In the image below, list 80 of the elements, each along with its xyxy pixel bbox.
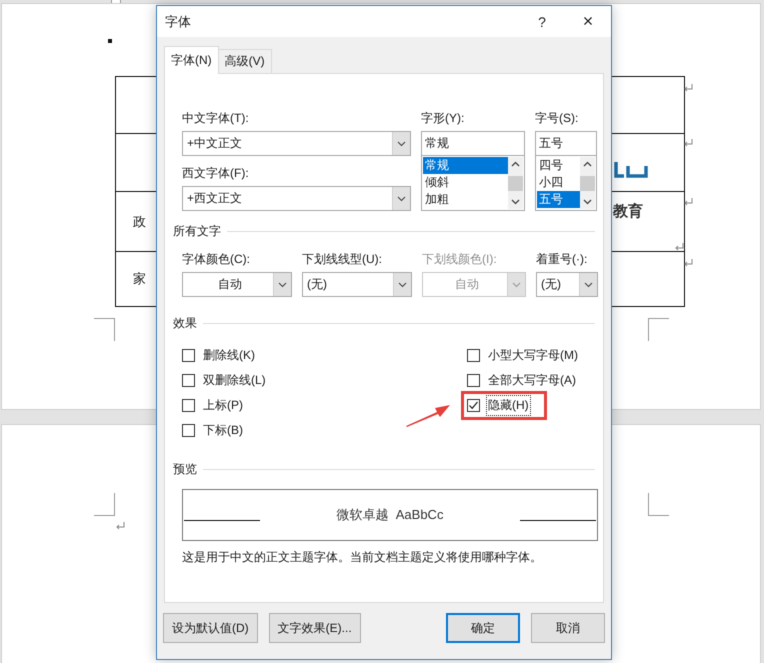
checkbox-label[interactable]: 双删除线(L) <box>201 370 268 391</box>
crop-mark <box>648 493 669 516</box>
checkbox-label[interactable]: 小型大写字母(M) <box>486 345 580 366</box>
chevron-icon <box>397 140 406 146</box>
font-combo-box[interactable]: +中文正文 <box>182 131 411 156</box>
field-label: 下划线颜色(I): <box>422 252 498 266</box>
chevron-icon <box>584 282 593 288</box>
checkbox[interactable] <box>182 424 195 437</box>
dialog-button[interactable]: 设为默认值(D) <box>163 613 258 643</box>
list-item[interactable]: 小四 <box>537 174 580 191</box>
input-field[interactable]: 五号 <box>535 131 597 156</box>
list-box[interactable]: 四号 小四 五号 <box>535 156 597 211</box>
font-combo-box[interactable]: +西文正文 <box>182 186 411 211</box>
field-label: 着重号(·): <box>536 252 588 266</box>
dialog-button[interactable]: 文字效果(E)... <box>268 613 361 643</box>
scrollbar[interactable] <box>508 157 523 209</box>
chevron-icon <box>398 282 407 288</box>
section-title: 所有文字 <box>173 223 221 240</box>
section-title: 效果 <box>173 315 197 332</box>
return-mark-icon <box>116 522 125 530</box>
dropdown[interactable]: (无) <box>536 272 598 297</box>
scroll-down-icon <box>511 199 520 205</box>
help-button[interactable]: ? <box>519 6 565 37</box>
return-mark-icon <box>684 84 693 92</box>
scroll-up-icon <box>583 161 592 167</box>
chevron-icon <box>278 282 287 288</box>
close-button[interactable]: × <box>565 6 611 37</box>
dropdown[interactable]: 自动 <box>182 272 292 297</box>
logo-mark-icon <box>614 162 648 180</box>
input-field[interactable]: 常规 <box>421 131 525 156</box>
checkbox[interactable] <box>467 374 480 387</box>
crop-mark <box>94 318 115 341</box>
scroll-down-icon <box>583 199 592 205</box>
annotation-arrow <box>405 402 451 428</box>
list-item[interactable]: 四号 <box>537 157 580 174</box>
description-text: 这是用于中文的正文主题字体。当前文档主题定义将使用哪种字体。 <box>182 549 543 566</box>
checkbox[interactable] <box>467 349 480 362</box>
crop-mark <box>94 493 115 516</box>
chevron-icon <box>397 196 406 202</box>
return-mark-icon <box>684 259 693 267</box>
window-title: 字体 <box>165 12 192 30</box>
dialog-button[interactable]: 确定 <box>446 613 520 643</box>
chevron-icon <box>512 282 521 288</box>
field-label: 字形(Y): <box>421 111 466 125</box>
dropdown[interactable]: (无) <box>302 272 412 297</box>
tab[interactable]: 字体(N) <box>164 46 219 74</box>
table-cell-text: 家 <box>133 270 146 288</box>
list-item[interactable]: 加粗 <box>423 191 508 208</box>
list-item[interactable]: 倾斜 <box>423 174 508 191</box>
return-mark-icon <box>684 139 693 147</box>
field-label: 下划线线型(U): <box>302 252 383 266</box>
tab[interactable]: 高级(V) <box>218 49 272 73</box>
checkbox-label[interactable]: 下标(B) <box>201 420 245 441</box>
dialog-button[interactable]: 取消 <box>531 613 605 643</box>
list-box[interactable]: 常规 倾斜 加粗 <box>421 156 525 211</box>
return-mark-icon <box>675 243 684 251</box>
checkbox[interactable] <box>182 374 195 387</box>
checkbox-label[interactable]: 上标(P) <box>201 395 245 416</box>
checkbox-label[interactable]: 删除线(K) <box>201 345 257 366</box>
scrollbar[interactable] <box>580 157 595 209</box>
crop-mark <box>648 318 669 341</box>
checkbox[interactable] <box>182 349 195 362</box>
table-cell-text: 政 <box>133 212 146 230</box>
scroll-thumb[interactable] <box>508 176 523 190</box>
list-item[interactable]: 五号 <box>537 191 580 208</box>
scroll-thumb[interactable] <box>580 176 595 190</box>
checkbox-label[interactable]: 全部大写字母(A) <box>486 370 578 391</box>
field-label: 字号(S): <box>535 111 580 125</box>
section-title: 预览 <box>173 461 197 478</box>
field-label: 西文字体(F): <box>182 166 250 180</box>
list-item[interactable]: 常规 <box>423 157 508 174</box>
scroll-up-icon <box>511 161 520 167</box>
logo-text: 教育 <box>613 202 643 221</box>
checkbox[interactable] <box>467 399 480 412</box>
preview-text: 微软卓越 AaBbCc <box>336 506 444 524</box>
field-label: 中文字体(T): <box>182 111 250 125</box>
checkbox[interactable] <box>182 399 195 412</box>
checkbox-label[interactable]: 隐藏(H) <box>486 395 531 416</box>
field-label: 字体颜色(C): <box>182 252 251 266</box>
return-mark-icon <box>684 198 693 206</box>
